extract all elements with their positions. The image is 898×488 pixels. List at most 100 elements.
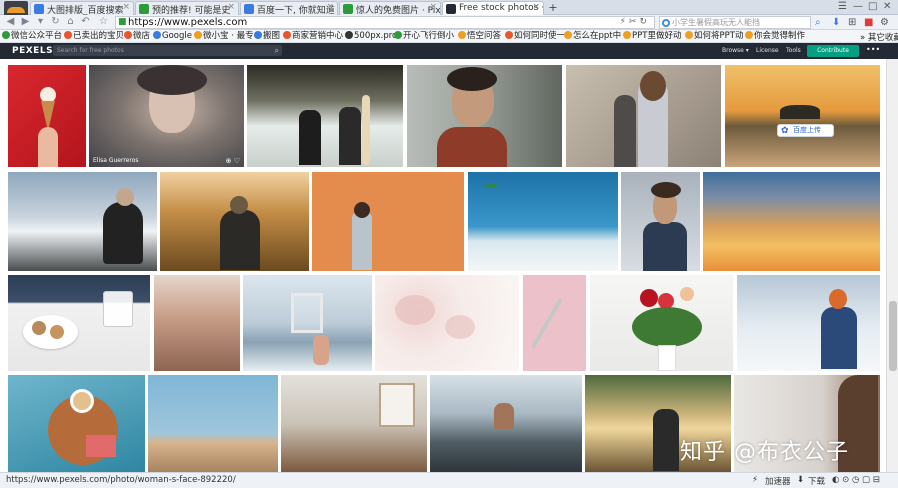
- photo-sunset-clouds[interactable]: [703, 172, 880, 271]
- photo-snow-man[interactable]: [8, 172, 157, 271]
- extensions-icon[interactable]: ⊞: [848, 17, 856, 28]
- other-bookmarks[interactable]: » 其它收藏: [860, 31, 898, 43]
- photo-snow-forest[interactable]: [737, 275, 880, 371]
- bookmark-item[interactable]: 悟空问答: [458, 31, 501, 42]
- photo-man-jacket[interactable]: [621, 172, 700, 271]
- address-bar[interactable]: ■ https://www.pexels.com ⚡✂↻: [115, 16, 655, 29]
- photo-orange-wall[interactable]: [312, 172, 464, 271]
- navigation-bar: ◀ ▶ ▾ ↻ ⌂ ↶ ☆ ■ https://www.pexels.com ⚡…: [0, 15, 898, 30]
- tab-baidu-search[interactable]: 大图排版_百度搜索 ×: [30, 1, 134, 15]
- back-icon[interactable]: ◀: [4, 16, 17, 28]
- tab-pexels[interactable]: Free stock photos · ×: [442, 1, 544, 15]
- tab-bar: 大图排版_百度搜索 × 预的推荐! 可能是史 × 百度一下, 你就知道 × 惊人…: [0, 0, 898, 17]
- photo-street-houses[interactable]: [148, 375, 278, 472]
- photo-sunset-beach[interactable]: [725, 65, 880, 167]
- accelerator-icon[interactable]: ⚡: [752, 475, 758, 485]
- maximize-icon[interactable]: □: [868, 1, 877, 12]
- baidu-upload-button[interactable]: ✿ 百度上传: [777, 124, 834, 137]
- download-label[interactable]: 下载: [808, 475, 825, 487]
- photo-roses-vase[interactable]: [590, 275, 733, 371]
- history-icon[interactable]: ▾: [34, 16, 47, 28]
- address-url[interactable]: https://www.pexels.com: [128, 17, 247, 29]
- nav-browse[interactable]: Browse ▾: [722, 47, 749, 54]
- photo-pen-pink[interactable]: [523, 275, 586, 371]
- bookmark-item[interactable]: Google: [153, 31, 192, 42]
- photo-cafe-interior[interactable]: [281, 375, 427, 472]
- search-box[interactable]: 小学生暑假高玩无人能挡: [659, 16, 811, 29]
- home-icon[interactable]: ⌂: [64, 16, 77, 28]
- bookmark-item[interactable]: 如何将PPT动: [685, 31, 743, 42]
- tab-baidu[interactable]: 百度一下, 你就知道 ×: [240, 1, 338, 15]
- bookmark-item[interactable]: 微小宝 · 最专: [194, 31, 254, 42]
- restore-icon[interactable]: ↶: [79, 16, 92, 28]
- bookmark-icon: [153, 31, 161, 39]
- search-icon[interactable]: ⌕: [275, 45, 279, 56]
- address-tools-icon[interactable]: ⚡✂↻: [620, 17, 650, 27]
- bookmark-item[interactable]: 微信公众平台: [2, 31, 62, 42]
- bookmark-icon: [283, 31, 291, 39]
- photo-hiker-autumn[interactable]: [160, 172, 309, 271]
- baidu-icon: [244, 4, 254, 14]
- adblock-icon[interactable]: ■: [864, 17, 873, 28]
- bookmark-item[interactable]: 怎么在ppt中: [564, 31, 621, 42]
- photo-meditate-rocks[interactable]: [430, 375, 582, 472]
- more-icon[interactable]: •••: [866, 45, 880, 54]
- download-icon[interactable]: ⬇: [797, 475, 804, 485]
- bookmark-item[interactable]: PPT里做好动: [623, 31, 681, 42]
- close-icon[interactable]: ×: [326, 2, 334, 12]
- photo-frame-sea[interactable]: [243, 275, 372, 371]
- site-icon: [139, 4, 149, 14]
- tab-pixabay[interactable]: 惊人的免费图片 · Pix ×: [339, 1, 441, 15]
- bookmark-item[interactable]: 500px.pro: [345, 31, 397, 42]
- menu-icon[interactable]: ☰: [838, 1, 847, 12]
- close-window-icon[interactable]: ✕: [883, 1, 891, 12]
- forward-icon[interactable]: ▶: [19, 16, 32, 28]
- photo-search-input[interactable]: Search for free photos ⌕: [53, 45, 282, 56]
- bookmark-item[interactable]: 开心飞行倒小: [394, 31, 454, 42]
- page-scrollbar[interactable]: [886, 59, 898, 472]
- new-tab-button[interactable]: +: [546, 2, 560, 14]
- photo-surfers[interactable]: [247, 65, 403, 167]
- bookmark-icon: [564, 31, 572, 39]
- photo-woman-face[interactable]: Elisa Guerreros ⊕ ♡: [89, 65, 244, 167]
- bookmark-item[interactable]: 已卖出的宝贝: [64, 31, 124, 42]
- bookmark-icon: [685, 31, 693, 39]
- refresh-icon[interactable]: ↻: [49, 16, 62, 28]
- close-icon[interactable]: ×: [122, 2, 130, 12]
- photo-coffee-table[interactable]: [8, 375, 145, 472]
- bookmark-icon: [345, 31, 353, 39]
- photo-man-beard[interactable]: [407, 65, 562, 167]
- baidu-upload-icon: ✿: [781, 126, 789, 136]
- bookmark-item[interactable]: 微店: [124, 31, 150, 42]
- nav-tools[interactable]: Tools: [786, 47, 801, 54]
- bookmark-icon: [745, 31, 753, 39]
- photo-cookies-milk[interactable]: [8, 275, 150, 371]
- photo-cherry-blossom[interactable]: [375, 275, 519, 371]
- photo-kite-surf[interactable]: [468, 172, 618, 271]
- bookmark-item[interactable]: 如何同时使一: [505, 31, 565, 42]
- photo-actions-icon[interactable]: ⊕ ♡: [226, 157, 240, 165]
- photo-city-aerial[interactable]: [154, 275, 240, 371]
- close-icon[interactable]: ×: [532, 2, 540, 12]
- search-icon[interactable]: ⌕: [815, 17, 821, 28]
- status-tools-icon[interactable]: ◐ ⊙ ◷ ▢ ⊟: [832, 475, 880, 485]
- photo-ice-cream[interactable]: [8, 65, 86, 167]
- tab-recommend[interactable]: 预的推荐! 可能是史 ×: [135, 1, 239, 15]
- nav-license[interactable]: License: [756, 47, 779, 54]
- minimize-icon[interactable]: —: [853, 1, 863, 12]
- bookmark-bar: 微信公众平台 已卖出的宝贝 微店 Google 微小宝 · 最专 搬图 商家营销…: [0, 30, 898, 43]
- close-icon[interactable]: ×: [227, 2, 235, 12]
- download-icon[interactable]: ⬇: [832, 17, 840, 28]
- scrollbar-thumb[interactable]: [889, 301, 897, 371]
- bookmark-item[interactable]: 商家营销中心: [283, 31, 343, 42]
- settings-icon[interactable]: ⚙: [880, 17, 889, 28]
- pexels-logo[interactable]: PEXELS: [12, 46, 53, 56]
- contribute-photos-button[interactable]: Contribute Photos: [807, 45, 859, 66]
- photo-couple[interactable]: [566, 65, 721, 167]
- bookmark-item[interactable]: 你会觉得制作: [745, 31, 805, 42]
- close-icon[interactable]: ×: [429, 2, 437, 12]
- secure-lock-icon: ■: [118, 17, 127, 27]
- favorite-star-icon[interactable]: ☆: [97, 16, 110, 28]
- bookmark-item[interactable]: 搬图: [254, 31, 280, 42]
- accelerator-label[interactable]: 加速器: [765, 475, 791, 487]
